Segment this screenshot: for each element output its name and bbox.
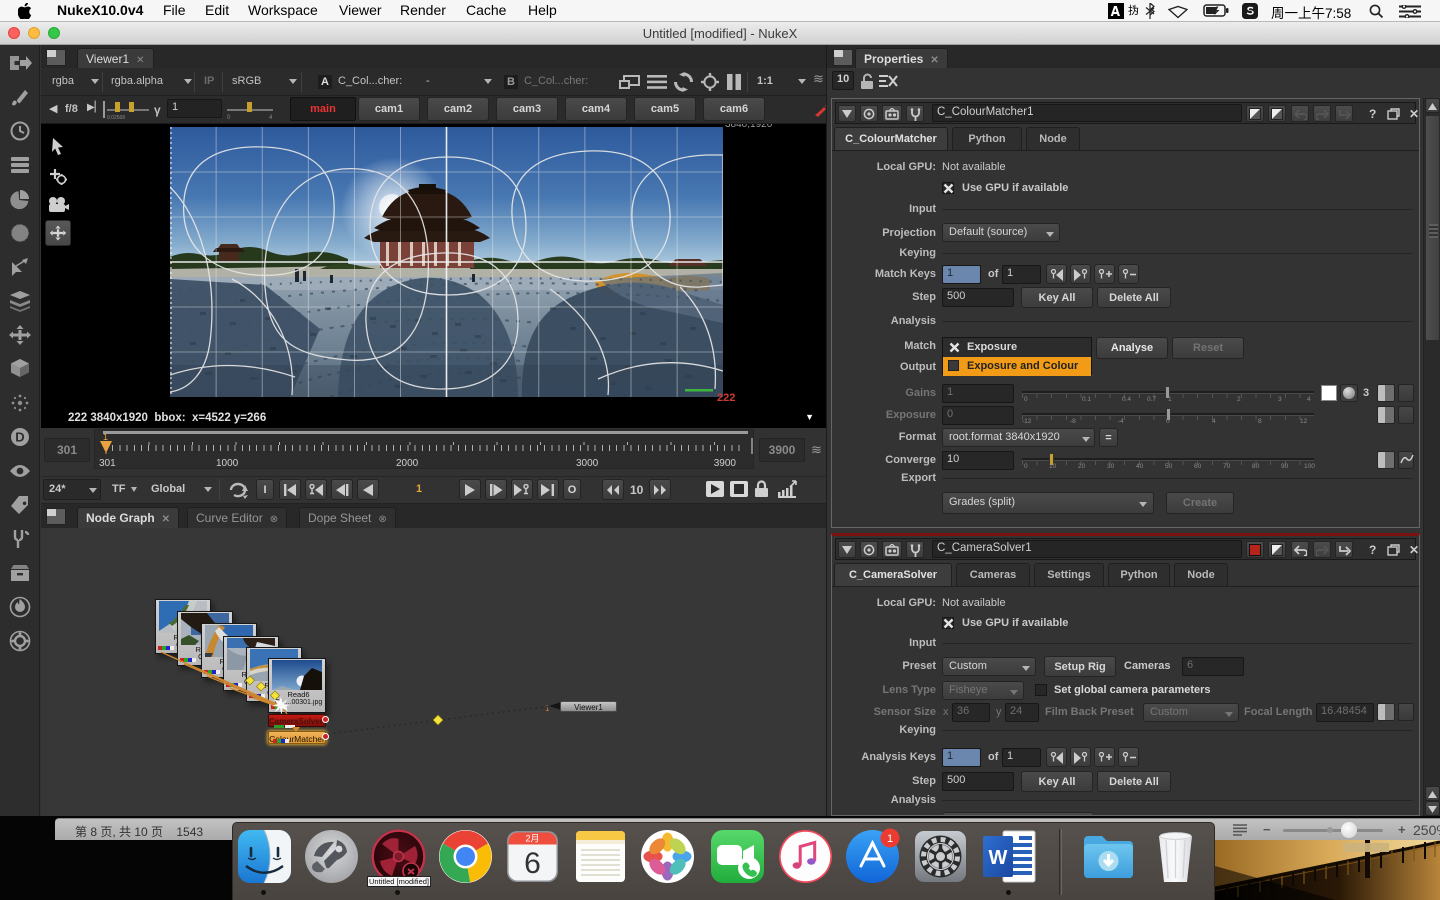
svg-text:1: 1	[887, 833, 893, 845]
svg-text:2000: 2000	[396, 458, 419, 469]
svg-text:1000: 1000	[216, 458, 239, 469]
svg-text:3900: 3900	[714, 458, 737, 469]
svg-text:3000: 3000	[576, 458, 599, 469]
svg-text:D: D	[15, 430, 24, 445]
svg-text:W: W	[989, 847, 1008, 869]
svg-text:2月: 2月	[525, 834, 539, 844]
svg-text:301: 301	[99, 458, 116, 469]
svg-text:1: 1	[103, 432, 108, 442]
svg-text:0.02568: 0.02568	[107, 115, 125, 121]
svg-text:4: 4	[269, 115, 273, 121]
svg-text:0: 0	[227, 115, 231, 121]
svg-text:6: 6	[524, 847, 541, 880]
